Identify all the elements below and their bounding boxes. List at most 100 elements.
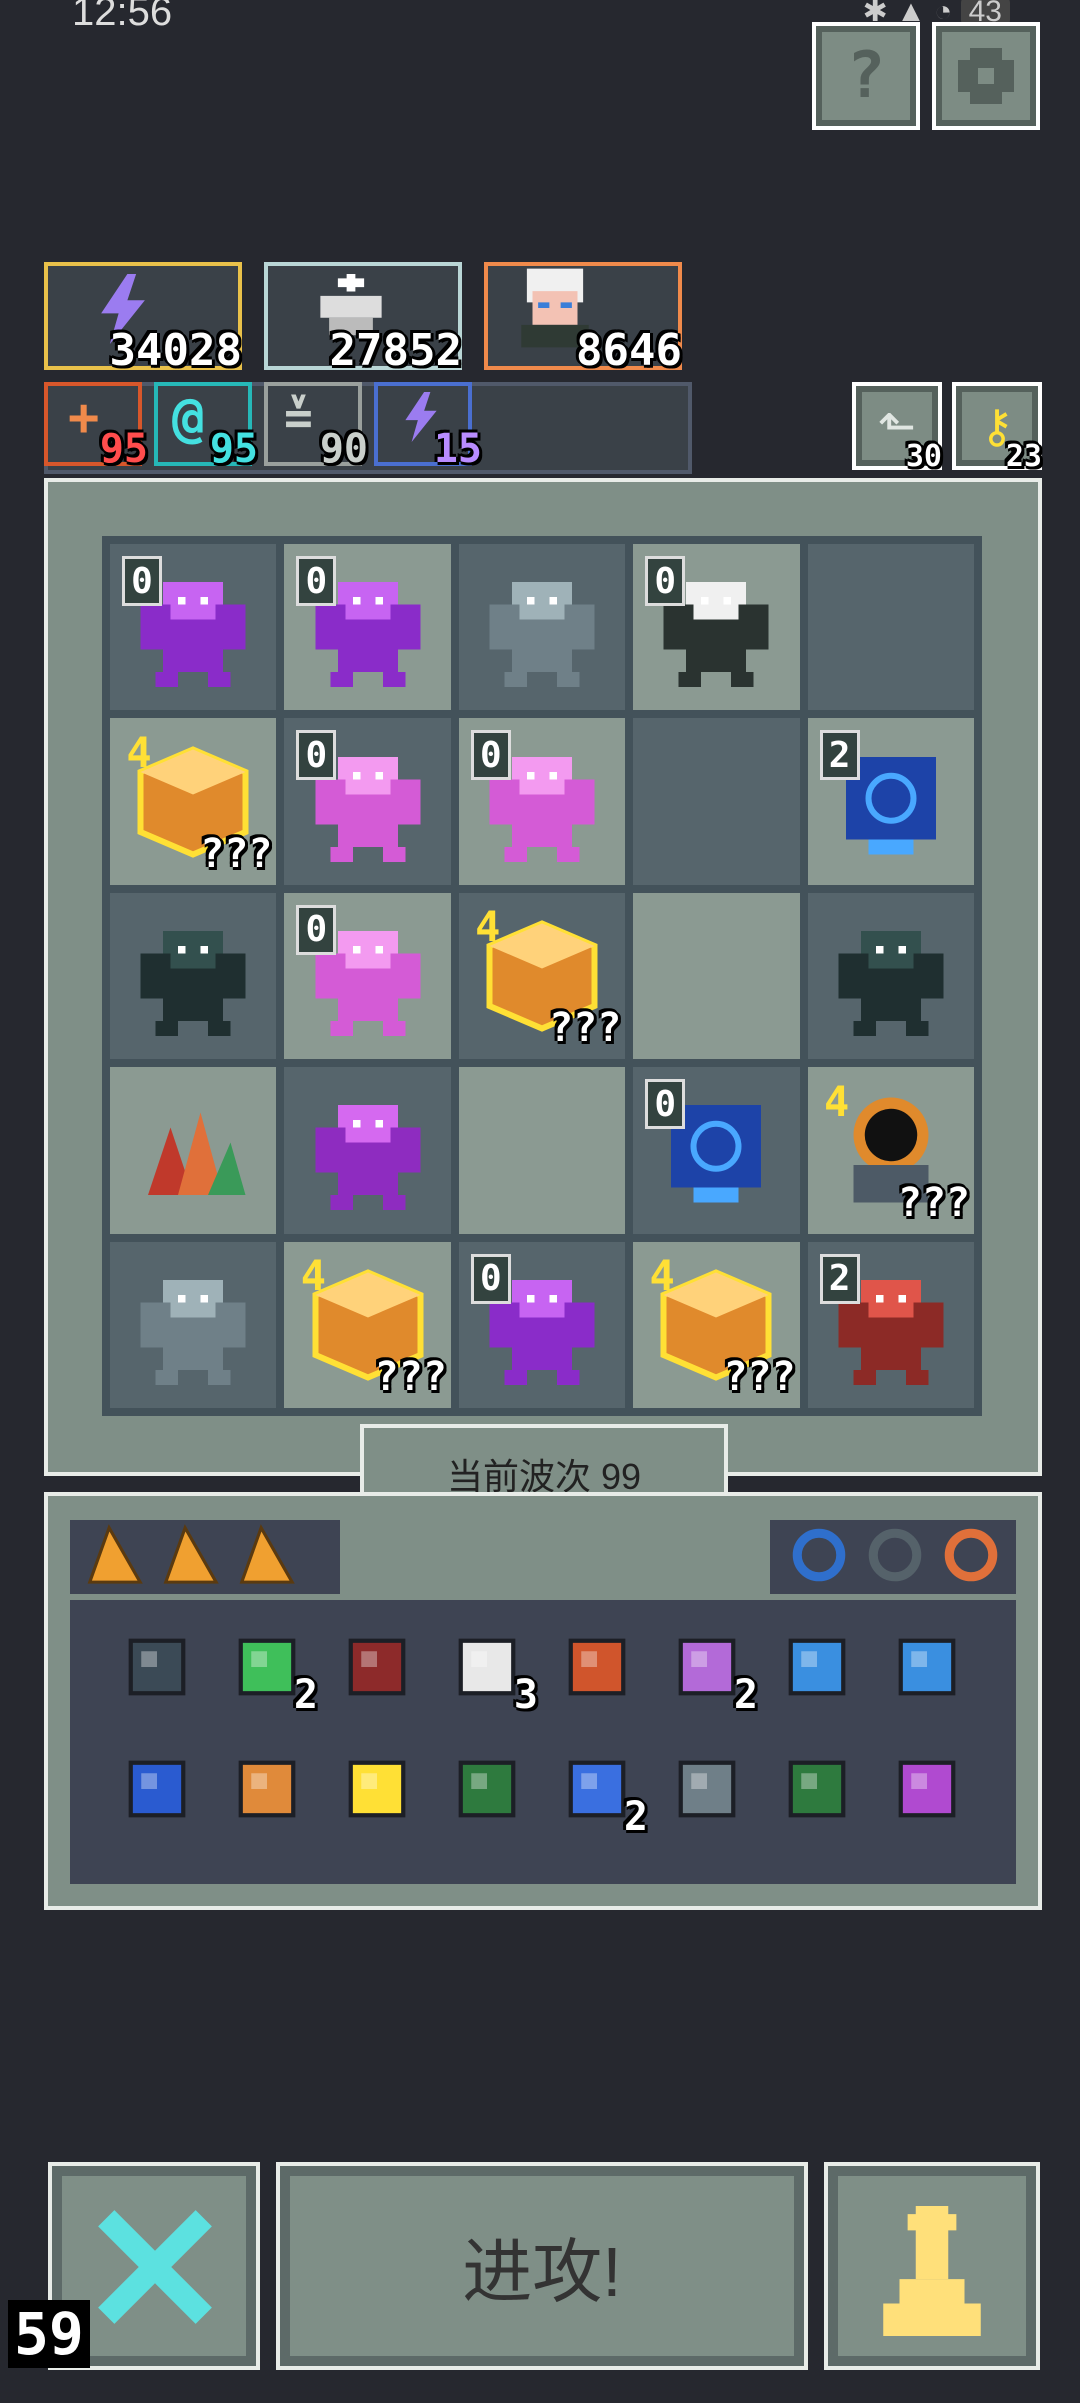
dark-cthulhu-icon — [140, 930, 246, 1036]
help-button[interactable]: ? — [812, 22, 920, 130]
resource-hero: 8646 — [484, 262, 682, 376]
board-cell[interactable] — [110, 892, 277, 1060]
drop-frame-icon[interactable] — [112, 1744, 202, 1834]
settings-button[interactable] — [932, 22, 1040, 130]
orange-shard-icon[interactable] — [158, 1524, 220, 1590]
resource-value: 27852 — [329, 325, 462, 376]
board-cell[interactable]: 0 — [458, 718, 626, 885]
unknown-marker: ??? — [897, 1179, 970, 1226]
board-cell[interactable] — [458, 1067, 626, 1234]
green-gem-icon[interactable]: 2 — [222, 1622, 318, 1718]
chalice-icon[interactable] — [332, 1744, 422, 1834]
resource-energy: 34028 — [44, 262, 242, 376]
board-cell[interactable]: 0 — [633, 1067, 800, 1234]
grey-golem-icon — [489, 582, 595, 688]
stat-value: 95 — [209, 426, 258, 472]
level-badge: 0 — [645, 556, 686, 606]
status-time: 12:56 — [72, 0, 173, 34]
board-cell[interactable] — [633, 892, 800, 1060]
stat-energy[interactable]: 15 — [374, 382, 482, 472]
level-badge: 4 — [823, 1076, 850, 1126]
board-cell[interactable]: 4??? — [110, 718, 277, 885]
game-board: 0 0 0 4??? 0 0 2 0 4??? 0 4??? 4??? 0 4??? 2 — [44, 478, 1042, 1476]
joystick-icon[interactable] — [662, 1744, 752, 1834]
board-cell[interactable]: 2 — [807, 1241, 974, 1408]
board-cell[interactable]: 4??? — [807, 1067, 974, 1234]
board-cell[interactable] — [633, 718, 800, 885]
hourglass-icon[interactable]: 2 — [552, 1744, 648, 1840]
helmet-icon[interactable] — [866, 1526, 924, 1588]
arrow-icon[interactable] — [552, 1622, 642, 1712]
return-counter[interactable]: ⬑ 30 — [852, 382, 942, 474]
stat-speed[interactable]: ≚ 90 — [264, 382, 368, 472]
orange-shard-icon[interactable] — [82, 1524, 144, 1590]
board-cell[interactable]: 0 — [284, 544, 451, 711]
board-cell[interactable]: 0 — [284, 892, 451, 1060]
board-cell[interactable] — [458, 544, 626, 711]
resource-value: 34028 — [109, 325, 242, 376]
board-cell[interactable]: 0 — [110, 544, 277, 711]
level-badge: 0 — [470, 1253, 511, 1304]
pawn-button[interactable] — [824, 2162, 1040, 2370]
level-badge: 4 — [649, 1251, 675, 1301]
resource-value: 8646 — [576, 325, 682, 376]
resource-crowns: 27852 — [264, 262, 462, 376]
stat-magic[interactable]: @ 95 — [154, 382, 258, 472]
board-cell[interactable]: 2 — [807, 718, 974, 885]
level-badge: 0 — [296, 556, 337, 606]
level-badge: 0 — [470, 730, 511, 781]
inventory-grid — [70, 1600, 1016, 1884]
board-cell[interactable]: 0 — [458, 1241, 626, 1408]
mushroom-icon[interactable] — [222, 1744, 312, 1834]
board-cell[interactable] — [284, 1067, 451, 1234]
level-badge: 4 — [126, 727, 152, 777]
board-cell[interactable] — [807, 892, 974, 1060]
orange-shard-icon[interactable] — [234, 1524, 296, 1590]
pawn-icon — [883, 2206, 981, 2336]
attack-button[interactable]: 进攻! — [276, 2162, 808, 2370]
counter-value: 23 — [1005, 439, 1042, 474]
level-badge: 2 — [819, 730, 860, 781]
board-cell[interactable] — [807, 544, 974, 711]
board-cell[interactable]: 4??? — [458, 892, 626, 1060]
wings-icon[interactable]: 3 — [442, 1622, 538, 1718]
dark-cthulhu-icon — [838, 930, 944, 1036]
stat-attack[interactable]: + 95 — [44, 382, 148, 472]
level-badge: 2 — [819, 1253, 860, 1304]
grey-golem-icon — [140, 1279, 246, 1385]
level-badge: 0 — [296, 730, 337, 781]
board-cell[interactable]: 4??? — [633, 1241, 800, 1408]
board-cell[interactable] — [110, 1241, 277, 1408]
purple-demon-icon — [315, 1105, 421, 1211]
green-map-icon[interactable] — [442, 1744, 532, 1834]
shield-icon[interactable] — [112, 1622, 202, 1712]
plus-icon: + — [68, 388, 100, 448]
level-badge: 4 — [300, 1251, 327, 1301]
board-grid: 0 0 0 4??? 0 0 2 0 4??? 0 4??? 4??? 0 4??? 2 — [102, 536, 982, 1416]
board-cell[interactable]: 0 — [284, 718, 451, 885]
counter-value: 30 — [905, 439, 942, 474]
water-drop-icon[interactable] — [882, 1622, 972, 1712]
key-counter[interactable]: ⚷ 23 — [952, 382, 1042, 474]
potion-jar-icon[interactable]: 2 — [662, 1622, 758, 1718]
level-badge: 0 — [296, 904, 337, 955]
red-crystal-icon — [148, 1112, 246, 1196]
level-badge: 4 — [475, 902, 501, 952]
purple-key-icon[interactable] — [882, 1744, 972, 1834]
board-cell[interactable] — [110, 1067, 277, 1234]
unknown-marker: ??? — [548, 1005, 622, 1052]
cancel-x-icon — [98, 2210, 212, 2324]
axe-icon[interactable] — [332, 1622, 422, 1712]
board-cell[interactable]: 0 — [633, 544, 800, 711]
question-icon: ? — [846, 39, 886, 113]
orange-ring-icon[interactable] — [942, 1526, 1000, 1588]
wing-icon: ≚ — [284, 390, 313, 446]
stat-value: 15 — [433, 426, 482, 472]
board-cell[interactable]: 4??? — [284, 1241, 451, 1408]
blue-snake-icon[interactable] — [772, 1622, 862, 1712]
red-map-icon[interactable] — [772, 1744, 862, 1834]
unknown-marker: ??? — [374, 1353, 447, 1400]
level-badge: 0 — [645, 1079, 686, 1130]
fps-counter: 59 — [8, 2300, 90, 2368]
blue-ring-icon[interactable] — [790, 1526, 848, 1588]
